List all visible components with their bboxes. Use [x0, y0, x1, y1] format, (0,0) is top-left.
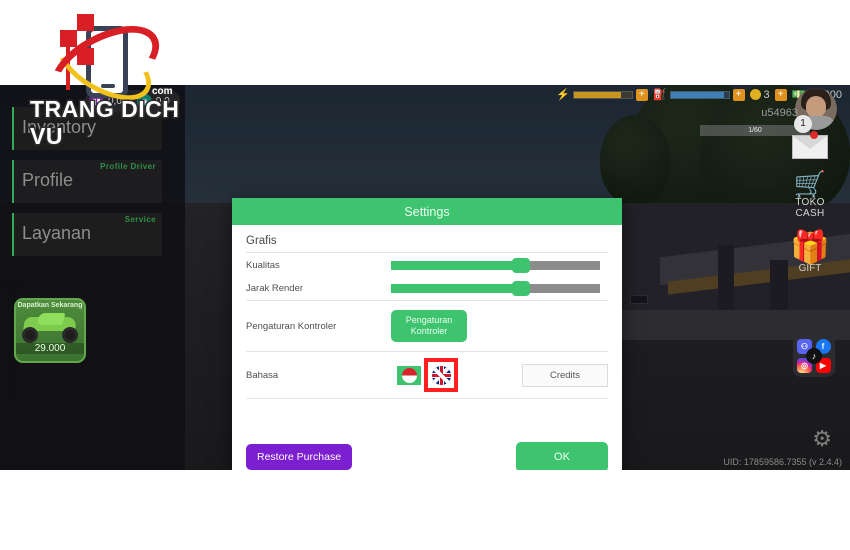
controller-label: Pengaturan Kontroler — [246, 320, 337, 332]
language-label: Bahasa — [246, 369, 279, 381]
sidebar-item-profile[interactable]: Profile Driver Profile — [12, 160, 162, 203]
credits-button[interactable]: Credits — [522, 363, 608, 387]
logo-square — [77, 14, 94, 31]
sidebar-item-label: Profile — [22, 170, 74, 190]
coin-icon — [749, 89, 761, 100]
promo-card-title: Dapatkan Sekarang — [17, 302, 83, 309]
promo-card-price: 29.000 — [16, 343, 84, 354]
uid-version-label: UID: 17859586.7355 (v 2.4.4) — [723, 457, 842, 467]
sidebar-item-label: Layanan — [22, 223, 92, 243]
gift-label: GIFT — [798, 263, 822, 274]
fuel-icon: ⛽ — [652, 89, 667, 101]
ok-button[interactable]: OK — [516, 442, 608, 470]
quality-slider[interactable] — [391, 257, 600, 273]
add-fuel-button[interactable]: + — [732, 88, 745, 101]
lightning-icon: ⚡ — [556, 89, 570, 101]
coin-value: 3 — [763, 88, 770, 101]
username-label: u54963 — [761, 107, 798, 119]
flag-uk-icon — [431, 365, 451, 385]
mail-button[interactable] — [780, 131, 840, 159]
language-flag-group — [397, 358, 458, 392]
render-distance-slider[interactable] — [391, 281, 600, 296]
cart-icon: 🛒 — [793, 169, 827, 199]
notification-dot — [810, 131, 818, 139]
section-title-graphics: Grafis — [246, 235, 608, 253]
watermark-tld-text: com — [151, 85, 174, 98]
row-language: Bahasa Credits — [246, 352, 608, 399]
shop-label: TOKO CASH — [795, 197, 825, 219]
dialog-footer: Restore Purchase OK — [232, 434, 622, 470]
gift-icon: 🎁 — [790, 229, 830, 265]
xp-progress-label: 1/60 — [748, 127, 762, 134]
dialog-title: Settings — [232, 198, 622, 225]
energy-meter: ⚡ + — [556, 88, 648, 101]
social-links-cluster: ⚇ f ◎ ▶ ♪ — [793, 335, 835, 377]
row-controller: Pengaturan Kontroler Pengaturan Kontrole… — [246, 301, 608, 352]
sidebar-item-layanan[interactable]: Service Layanan — [12, 213, 162, 256]
row-quality: Kualitas — [246, 253, 608, 277]
render-distance-slider-handle[interactable] — [511, 281, 530, 296]
flag-uk-button-highlight[interactable] — [424, 358, 458, 392]
gift-button[interactable]: 🎁 GIFT — [780, 231, 840, 274]
flag-indonesia-icon[interactable] — [397, 365, 421, 385]
restore-purchase-button[interactable]: Restore Purchase — [246, 444, 353, 470]
quality-label: Kualitas — [246, 259, 280, 271]
sidebar-item-tag: Profile Driver — [100, 162, 156, 171]
sidebar-item-tag: Service — [124, 215, 156, 224]
right-icon-rail: 🛒 TOKO CASH 🎁 GIFT — [780, 131, 840, 286]
coin-counter: 3 — [749, 88, 770, 101]
motorcycle-icon — [16, 309, 84, 343]
tiktok-icon[interactable]: ♪ — [806, 348, 822, 364]
envelope-icon — [792, 131, 828, 159]
controller-settings-button[interactable]: Pengaturan Kontroler — [391, 310, 467, 342]
settings-dialog: Settings Grafis Kualitas Jarak Render Pe… — [232, 198, 622, 470]
settings-gear-button[interactable]: ⚙ — [812, 426, 832, 452]
hud-bar: ⚡ + ⛽ + 3 + 💵 10.000 — [556, 88, 842, 130]
shop-button[interactable]: 🛒 TOKO CASH — [780, 171, 840, 219]
row-render-distance: Jarak Render — [246, 277, 608, 301]
add-energy-button[interactable]: + — [635, 88, 648, 101]
quality-slider-handle[interactable] — [511, 257, 530, 273]
add-coin-button[interactable]: + — [774, 88, 787, 101]
watermark-brand-text: TRANG DICH VU — [29, 95, 181, 151]
watermark-logo: TRANG DICH VU com — [29, 8, 180, 151]
render-distance-label: Jarak Render — [246, 283, 304, 294]
promo-card-motorcycle[interactable]: Dapatkan Sekarang 29.000 — [14, 298, 86, 363]
fuel-meter: ⛽ + — [653, 88, 745, 101]
level-badge: 1 — [794, 115, 812, 133]
screenshot-root: Inventory Profile Driver Profile Service… — [0, 0, 850, 550]
